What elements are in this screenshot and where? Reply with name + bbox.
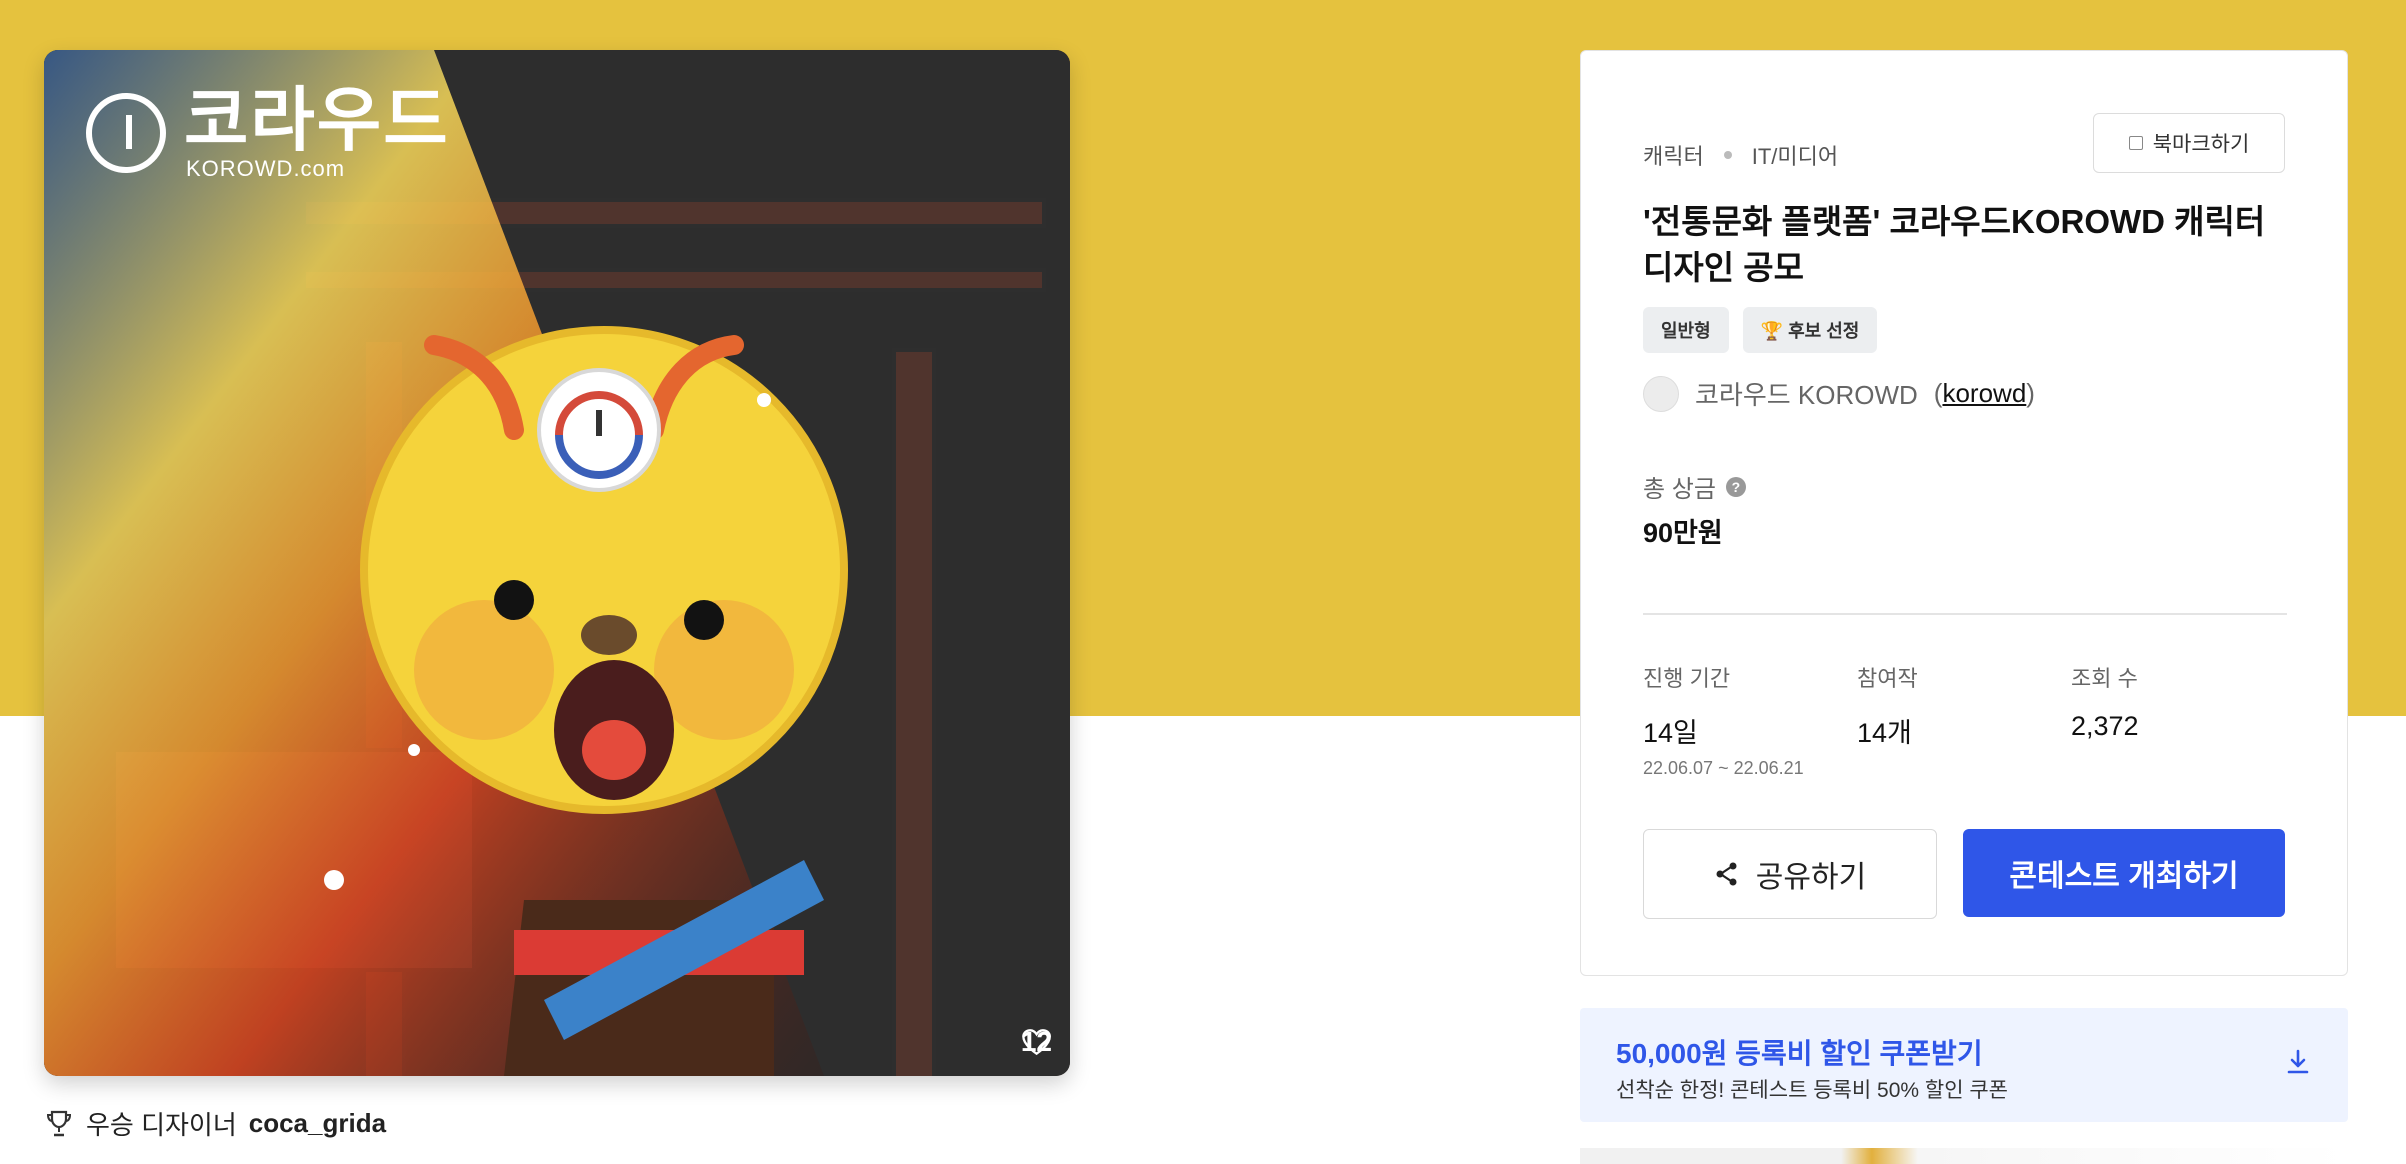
next-banner-preview	[1580, 1148, 2348, 1164]
winner-info: 우승 디자이너 coca_grida	[44, 1105, 386, 1142]
stat-label: 진행 기간	[1643, 666, 1731, 691]
stat-period: 진행 기간 14일 22.06.07 ~ 22.06.21	[1643, 661, 1843, 779]
coupon-banner[interactable]: 50,000원 등록비 할인 쿠폰받기 선착순 한정! 콘테스트 등록비 50%…	[1580, 1008, 2348, 1122]
stat-value: 2,372	[2071, 711, 2139, 741]
coupon-title: 50,000원 등록비 할인 쿠폰받기	[1616, 1038, 1983, 1069]
tag-label: IT/미디어	[1751, 144, 1839, 169]
thumbnail-logo: 코라우드 KOROWD.com	[86, 84, 450, 182]
dot-separator	[1723, 151, 1732, 159]
bookmark-label: 북마크하기	[2152, 133, 2250, 156]
contest-summary-card: 캐릭터 IT/미디어 북마크하기 '전통문화 플랫폼' 코라우드KOROWD 캐…	[1580, 50, 2348, 976]
stat-label: 참여작	[1857, 666, 1918, 691]
contest-meta: 캐릭터 IT/미디어	[1643, 139, 1838, 171]
stat-sub: 22.06.07 ~ 22.06.21	[1643, 758, 1804, 778]
host-name: 코라우드 KOROWD	[1695, 380, 1918, 410]
like-button[interactable]: 12	[1021, 1026, 1052, 1058]
contest-title: '전통문화 플랫폼' 코라우드KOROWD 캐릭터 디자인 공모	[1643, 203, 2266, 286]
host-avatar	[1643, 375, 1679, 412]
prize-label-text: 총 상금	[1643, 476, 1716, 503]
stat-views: 조회 수 2,372	[2071, 661, 2271, 742]
prize-label: 총 상금 ?	[1643, 469, 1746, 504]
winner-label: 우승 디자이너	[86, 1110, 237, 1140]
logo-url: KOROWD.com	[186, 156, 346, 181]
stat-value: 14일	[1643, 718, 1698, 748]
bookmark-square-icon	[2128, 136, 2143, 150]
coupon-subtitle: 선착순 한정! 콘테스트 등록비 50% 할인 쿠폰	[1616, 1079, 2008, 1102]
bookmark-button[interactable]: 북마크하기	[2093, 113, 2285, 173]
logo-text: 코라우드	[184, 81, 450, 159]
download-icon[interactable]	[2284, 1048, 2312, 1078]
heart-icon	[1022, 1029, 1051, 1056]
host-id-wrapper: (korowd)	[1933, 378, 2035, 408]
stat-value: 14개	[1857, 718, 1912, 748]
host-contest-button[interactable]: 콘테스트 개최하기	[1963, 829, 2285, 917]
share-label: 공유하기	[1755, 861, 1867, 894]
winner-name[interactable]: coca_grida	[249, 1108, 386, 1139]
trophy-icon	[46, 1110, 72, 1136]
prize-value: 90만원	[1643, 518, 1723, 548]
host-id-link[interactable]: korowd	[1942, 378, 2026, 408]
share-button[interactable]: 공유하기	[1643, 829, 1937, 919]
badge-type: 일반형	[1643, 307, 1729, 353]
info-icon[interactable]: ?	[1725, 476, 1746, 497]
contest-thumbnail[interactable]: 코라우드 KOROWD.com 12	[44, 50, 1070, 1076]
section-divider	[1643, 613, 2287, 615]
contest-badges: 일반형 🏆 후보 선정	[1643, 307, 1878, 353]
category-label: 캐릭터	[1643, 144, 1704, 169]
host-info: 코라우드 KOROWD (korowd)	[1643, 375, 2035, 412]
stat-label: 조회 수	[2071, 666, 2138, 691]
badge-candidate: 🏆 후보 선정	[1742, 307, 1878, 353]
thumbnail-artwork	[44, 50, 1070, 1076]
logo-mark-icon	[86, 93, 166, 173]
share-icon	[1716, 862, 1737, 886]
stat-entries: 참여작 14개	[1857, 661, 2057, 750]
